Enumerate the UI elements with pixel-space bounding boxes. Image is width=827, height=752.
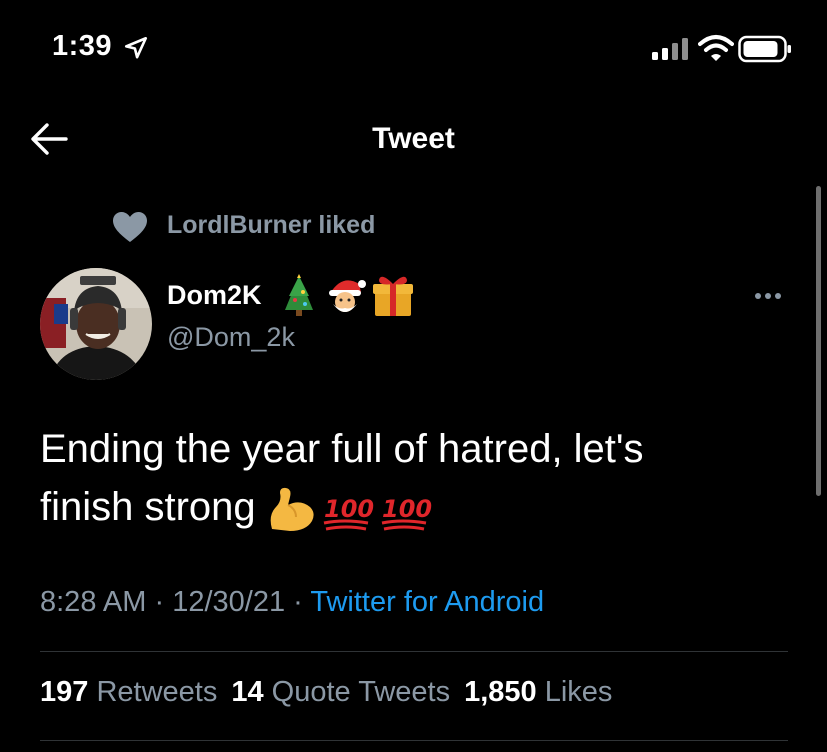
- retweets-label: Retweets: [96, 676, 218, 708]
- battery-icon: [738, 35, 791, 63]
- status-bar-time: 1:39: [52, 30, 113, 62]
- page-title: Tweet: [372, 122, 455, 155]
- tweet-emojis-icon: 100 100: [270, 488, 432, 532]
- author-avatar[interactable]: [40, 268, 152, 380]
- author-display-name[interactable]: Dom2K: [167, 280, 262, 311]
- cellular-signal-icon: [652, 38, 688, 60]
- tweet-text-line-2-text: finish strong: [40, 485, 256, 529]
- tweet-date: 12/30/21: [172, 586, 286, 618]
- likes-count: 1,850: [464, 676, 537, 708]
- tweet-meta: 8:28 AM · 12/30/21 · Twitter for Android: [40, 586, 544, 619]
- quote-tweets-stat[interactable]: 14 Quote Tweets: [231, 676, 450, 708]
- tweet-stats: 197 Retweets 14 Quote Tweets 1,850 Likes: [40, 676, 626, 709]
- avatar-image: [40, 268, 152, 380]
- retweets-count: 197: [40, 676, 89, 708]
- gift-icon: [373, 276, 413, 316]
- heart-icon: [113, 212, 147, 242]
- hundred-points-icon-2: 100: [381, 495, 432, 531]
- likes-stat[interactable]: 1,850 Likes: [464, 676, 612, 708]
- likes-label: Likes: [544, 676, 613, 708]
- santa-icon: [329, 280, 366, 312]
- meta-separator-2: ·: [293, 586, 303, 618]
- tweet-text: Ending the year full of hatred, let's fi…: [40, 420, 800, 536]
- tweet-source-link[interactable]: Twitter for Android: [310, 586, 544, 618]
- meta-separator: ·: [154, 586, 165, 618]
- retweets-stat[interactable]: 197 Retweets: [40, 676, 217, 708]
- location-arrow-icon: [124, 36, 148, 59]
- divider-2: [40, 740, 788, 741]
- scrollbar-thumb[interactable]: [816, 186, 821, 496]
- christmas-tree-icon: [285, 274, 313, 316]
- divider: [40, 651, 788, 652]
- more-options-icon[interactable]: [748, 284, 788, 308]
- flexed-biceps-icon: [270, 488, 314, 532]
- name-emojis-icon: [285, 274, 413, 316]
- tweet-text-line-1: Ending the year full of hatred, let's: [40, 427, 644, 471]
- tweet-text-line-2: finish strong 100 100: [40, 478, 800, 536]
- svg-text:100: 100: [382, 495, 432, 523]
- hundred-points-icon: 100: [323, 495, 374, 531]
- svg-text:100: 100: [324, 495, 374, 523]
- wifi-icon: [698, 35, 734, 61]
- tweet-time: 8:28 AM: [40, 586, 147, 618]
- quote-tweets-count: 14: [231, 676, 264, 708]
- quote-tweets-label: Quote Tweets: [271, 676, 451, 708]
- author-handle[interactable]: @Dom_2k: [167, 322, 295, 353]
- social-context-label[interactable]: LordlBurner liked: [167, 211, 375, 240]
